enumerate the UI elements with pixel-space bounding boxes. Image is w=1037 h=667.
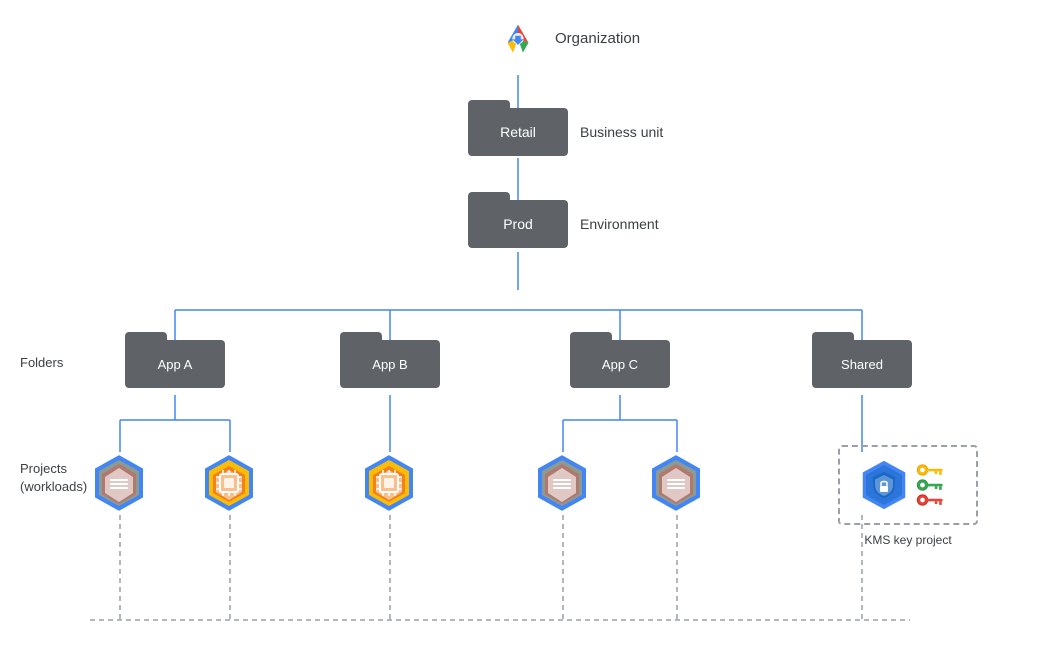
app-a-folder: App A [125,340,225,388]
environment-label: Environment [580,216,659,232]
app-c-folder: App C [570,340,670,388]
app-c-project-2 [645,452,707,514]
projects-label: Projects(workloads) [20,460,87,496]
app-c-project-1 [531,452,593,514]
business-unit-label: Business unit [580,124,663,140]
prod-folder: Prod [468,200,568,248]
gcp-logo [490,12,546,68]
app-a-project-2 [198,452,260,514]
kms-project-icon [857,458,911,512]
retail-folder: Retail [468,108,568,156]
app-a-project-1 [88,452,150,514]
kms-label: KMS key project [838,532,978,549]
organization-label: Organization [555,30,640,47]
app-b-folder: App B [340,340,440,388]
kms-keys-icon [915,455,955,515]
diagram: Organization Retail Business unit Prod E… [0,0,1037,667]
folders-label: Folders [20,355,63,370]
app-b-project-1 [358,452,420,514]
shared-folder: Shared [812,340,912,388]
kms-key-project-box [838,445,978,525]
